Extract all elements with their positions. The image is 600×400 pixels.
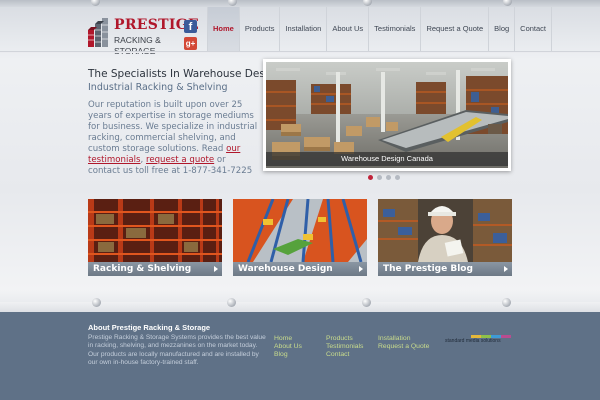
slider-dot-4[interactable] <box>395 175 400 180</box>
nav-installation[interactable]: Installation <box>279 7 326 51</box>
footer-link-products[interactable]: Products <box>326 335 363 343</box>
racking-photo <box>88 199 222 262</box>
footer-link-contact[interactable]: Contact <box>326 351 363 359</box>
rivet-icon <box>362 298 371 307</box>
footer-link-request-a-quote[interactable]: Request a Quote <box>378 343 429 351</box>
arrow-right-icon <box>214 266 218 272</box>
rivet-icon <box>502 298 511 307</box>
nav-products[interactable]: Products <box>238 7 280 51</box>
google-plus-icon[interactable]: g+ <box>184 37 197 50</box>
card-label-bar: Racking & Shelving <box>88 262 222 276</box>
footer-link-about-us[interactable]: About Us <box>274 343 302 351</box>
warehouse-design-render <box>233 199 367 262</box>
slider-dots <box>368 175 400 180</box>
hero-title: The Specialists In Warehouse Design <box>88 68 282 80</box>
nav-testimonials[interactable]: Testimonials <box>368 7 420 51</box>
card-prestige-blog[interactable]: The Prestige Blog <box>378 199 512 277</box>
hero-body: Our reputation is built upon over 25 yea… <box>88 100 258 177</box>
card-racking-shelving[interactable]: Racking & Shelving <box>88 199 222 277</box>
footer-links-col-1: Home About Us Blog <box>274 335 302 358</box>
agency-name: standard media solutions <box>445 338 501 344</box>
slider-dot-2[interactable] <box>377 175 382 180</box>
blog-photo <box>378 199 512 262</box>
slide-caption: Warehouse Design Canada <box>266 152 508 166</box>
footer-links-col-3: Installation Request a Quote <box>378 335 429 351</box>
card-label-bar: The Prestige Blog <box>378 262 512 276</box>
rivet-icon <box>92 298 101 307</box>
hero-subtitle: Industrial Racking & Shelving <box>88 82 228 93</box>
card-label-bar: Warehouse Design <box>233 262 367 276</box>
arrow-right-icon <box>504 266 508 272</box>
page: PRESTIGE RACKING & STORAGE f g+ Home Pro… <box>0 0 600 400</box>
facebook-icon[interactable]: f <box>184 20 197 33</box>
card-label: The Prestige Blog <box>383 264 473 274</box>
request-quote-link[interactable]: request a quote <box>146 155 214 165</box>
nav-blog[interactable]: Blog <box>488 7 514 51</box>
nav-home[interactable]: Home <box>207 7 239 51</box>
nav-contact[interactable]: Contact <box>514 7 553 51</box>
rivet-icon <box>227 298 236 307</box>
site-footer: About Prestige Racking & Storage Prestig… <box>0 312 600 400</box>
footer-link-installation[interactable]: Installation <box>378 335 429 343</box>
slider-dot-1[interactable] <box>368 175 373 180</box>
image-slider[interactable]: Warehouse Design Canada <box>263 59 511 171</box>
header-divider <box>0 51 600 53</box>
card-label: Warehouse Design <box>238 264 333 274</box>
arrow-right-icon <box>359 266 363 272</box>
main-nav: Home Products Installation About Us Test… <box>207 7 553 51</box>
card-label: Racking & Shelving <box>93 264 192 274</box>
racking-logo-icon <box>88 18 108 47</box>
nav-about-us[interactable]: About Us <box>326 7 368 51</box>
footer-about-text: Prestige Racking & Storage Systems provi… <box>88 334 266 367</box>
slider-dot-3[interactable] <box>386 175 391 180</box>
footer-title: About Prestige Racking & Storage <box>88 323 211 332</box>
nav-request-a-quote[interactable]: Request a Quote <box>420 7 488 51</box>
agency-logo[interactable]: standard media solutions <box>445 335 511 345</box>
footer-link-testimonials[interactable]: Testimonials <box>326 343 363 351</box>
footer-link-blog[interactable]: Blog <box>274 351 302 359</box>
footer-links-col-2: Products Testimonials Contact <box>326 335 363 358</box>
footer-link-home[interactable]: Home <box>274 335 302 343</box>
site-logo[interactable]: PRESTIGE RACKING & STORAGE <box>88 16 199 56</box>
card-warehouse-design[interactable]: Warehouse Design <box>233 199 367 277</box>
